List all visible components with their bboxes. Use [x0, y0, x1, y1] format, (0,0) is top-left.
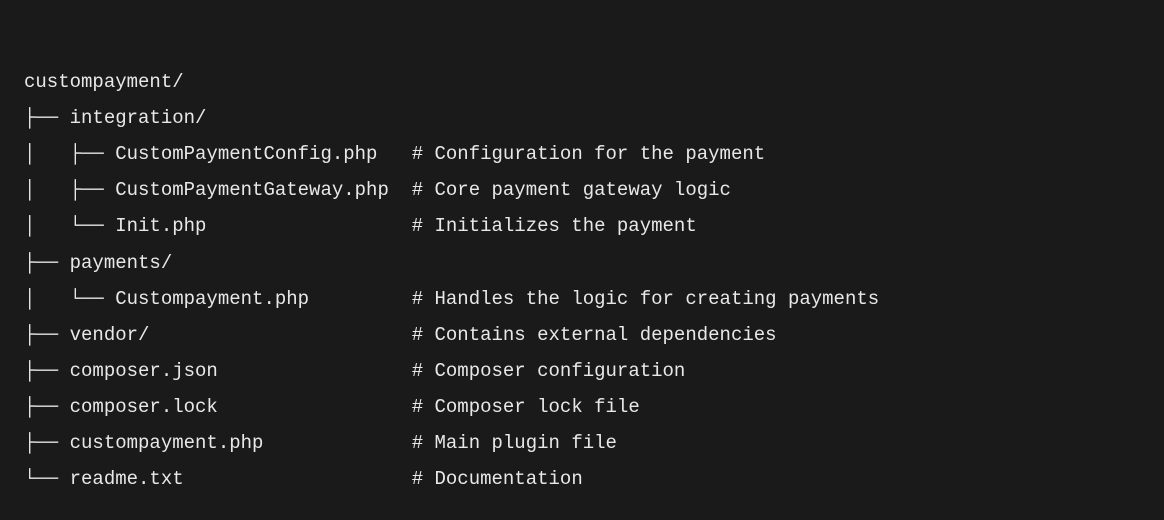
tree-prefix: ├── [24, 389, 70, 425]
tree-item-name: vendor/ [70, 317, 150, 353]
tree-item-name: custompayment/ [24, 64, 184, 100]
tree-item-name: CustomPaymentConfig.php [115, 136, 377, 172]
tree-comment: # Composer lock file [412, 389, 640, 425]
tree-spacer [149, 317, 411, 353]
tree-spacer [389, 172, 412, 208]
tree-prefix: └── [24, 461, 70, 497]
tree-item-name: Custompayment.php [115, 281, 309, 317]
tree-prefix: ├── [24, 353, 70, 389]
tree-comment: # Initializes the payment [412, 208, 697, 244]
tree-line: custompayment/ [24, 64, 1140, 100]
tree-line: └── readme.txt # Documentation [24, 461, 1140, 497]
tree-line: ├── composer.lock # Composer lock file [24, 389, 1140, 425]
tree-prefix: ├── [24, 100, 70, 136]
tree-prefix: │ ├── [24, 136, 115, 172]
tree-item-name: readme.txt [70, 461, 184, 497]
tree-spacer [218, 389, 412, 425]
tree-comment: # Core payment gateway logic [412, 172, 731, 208]
tree-prefix: ├── [24, 317, 70, 353]
tree-spacer [377, 136, 411, 172]
directory-tree: custompayment/├── integration/│ ├── Cust… [24, 28, 1140, 497]
tree-line: ├── vendor/ # Contains external dependen… [24, 317, 1140, 353]
tree-item-name: payments/ [70, 245, 173, 281]
tree-prefix: ├── [24, 425, 70, 461]
tree-item-name: custompayment.php [70, 425, 264, 461]
tree-spacer [263, 425, 411, 461]
tree-prefix: ├── [24, 245, 70, 281]
tree-line: ├── integration/ [24, 100, 1140, 136]
tree-line: │ ├── CustomPaymentConfig.php # Configur… [24, 136, 1140, 172]
tree-spacer [184, 461, 412, 497]
tree-item-name: composer.lock [70, 389, 218, 425]
tree-line: │ ├── CustomPaymentGateway.php # Core pa… [24, 172, 1140, 208]
tree-line: │ └── Init.php # Initializes the payment [24, 208, 1140, 244]
tree-line: ├── payments/ [24, 245, 1140, 281]
tree-item-name: integration/ [70, 100, 207, 136]
tree-line: │ └── Custompayment.php # Handles the lo… [24, 281, 1140, 317]
tree-spacer [218, 353, 412, 389]
tree-comment: # Handles the logic for creating payment… [412, 281, 879, 317]
tree-item-name: CustomPaymentGateway.php [115, 172, 389, 208]
tree-comment: # Configuration for the payment [412, 136, 765, 172]
tree-comment: # Documentation [412, 461, 583, 497]
tree-line: ├── custompayment.php # Main plugin file [24, 425, 1140, 461]
tree-spacer [309, 281, 412, 317]
tree-item-name: Init.php [115, 208, 206, 244]
tree-comment: # Composer configuration [412, 353, 686, 389]
tree-comment: # Contains external dependencies [412, 317, 777, 353]
tree-spacer [206, 208, 411, 244]
tree-prefix: │ ├── [24, 172, 115, 208]
tree-comment: # Main plugin file [412, 425, 617, 461]
tree-item-name: composer.json [70, 353, 218, 389]
tree-prefix: │ └── [24, 281, 115, 317]
tree-prefix: │ └── [24, 208, 115, 244]
tree-line: ├── composer.json # Composer configurati… [24, 353, 1140, 389]
